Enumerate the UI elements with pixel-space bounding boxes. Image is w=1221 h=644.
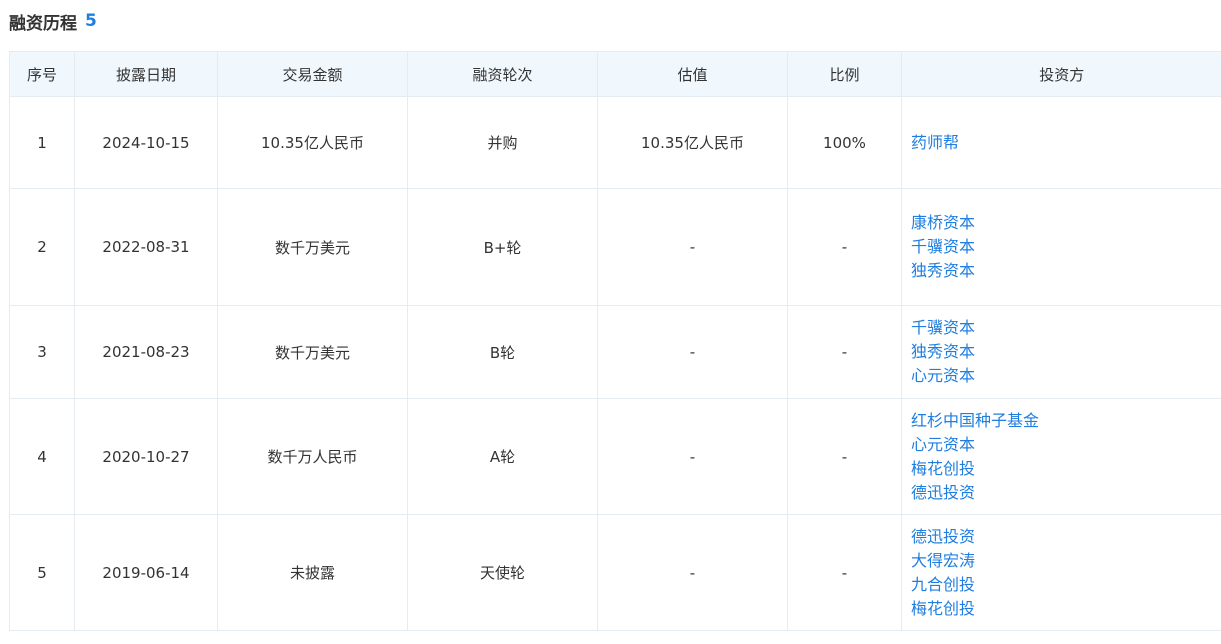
- cell-ratio: -: [787, 514, 902, 631]
- col-header-amount: 交易金额: [217, 51, 408, 97]
- cell-index: 2: [9, 188, 75, 306]
- cell-round: 天使轮: [407, 514, 598, 631]
- cell-index: 1: [9, 96, 75, 189]
- cell-ratio: -: [787, 188, 902, 306]
- investor-link[interactable]: 德迅投资: [911, 481, 1221, 505]
- investor-link[interactable]: 千骥资本: [911, 316, 1221, 340]
- table-row: 1 2024-10-15 10.35亿人民币 并购 10.35亿人民币 100%…: [9, 96, 1221, 189]
- cell-amount: 未披露: [217, 514, 408, 631]
- investor-link[interactable]: 德迅投资: [911, 525, 1221, 549]
- cell-index: 4: [9, 398, 75, 515]
- cell-date: 2024-10-15: [74, 96, 218, 189]
- cell-amount: 数千万美元: [217, 188, 408, 306]
- cell-valuation: -: [597, 188, 788, 306]
- cell-investors: 千骥资本 独秀资本 心元资本: [901, 305, 1221, 399]
- cell-date: 2020-10-27: [74, 398, 218, 515]
- cell-valuation: -: [597, 514, 788, 631]
- investor-link[interactable]: 红杉中国种子基金: [911, 409, 1221, 433]
- col-header-index: 序号: [9, 51, 75, 97]
- col-header-investors: 投资方: [901, 51, 1221, 97]
- table-row: 5 2019-06-14 未披露 天使轮 - - 德迅投资 大得宏涛 九合创投 …: [9, 514, 1221, 631]
- table-row: 4 2020-10-27 数千万人民币 A轮 - - 红杉中国种子基金 心元资本…: [9, 398, 1221, 515]
- investor-link[interactable]: 梅花创投: [911, 457, 1221, 481]
- investor-link[interactable]: 独秀资本: [911, 340, 1221, 364]
- financing-table: 序号 披露日期 交易金额 融资轮次 估值 比例 投资方 1 2024-10-15…: [9, 51, 1221, 631]
- cell-index: 3: [9, 305, 75, 399]
- investor-link[interactable]: 千骥资本: [911, 235, 1221, 259]
- cell-ratio: -: [787, 398, 902, 515]
- cell-valuation: -: [597, 398, 788, 515]
- investor-link[interactable]: 药师帮: [911, 131, 1221, 155]
- cell-date: 2021-08-23: [74, 305, 218, 399]
- cell-round: B轮: [407, 305, 598, 399]
- cell-investors: 药师帮: [901, 96, 1221, 189]
- col-header-valuation: 估值: [597, 51, 788, 97]
- cell-valuation: -: [597, 305, 788, 399]
- cell-index: 5: [9, 514, 75, 631]
- col-header-date: 披露日期: [74, 51, 218, 97]
- cell-investors: 德迅投资 大得宏涛 九合创投 梅花创投: [901, 514, 1221, 631]
- col-header-round: 融资轮次: [407, 51, 598, 97]
- cell-ratio: -: [787, 305, 902, 399]
- investor-link[interactable]: 心元资本: [911, 433, 1221, 457]
- investor-link[interactable]: 康桥资本: [911, 211, 1221, 235]
- cell-valuation: 10.35亿人民币: [597, 96, 788, 189]
- investor-link[interactable]: 九合创投: [911, 573, 1221, 597]
- cell-investors: 康桥资本 千骥资本 独秀资本: [901, 188, 1221, 306]
- col-header-ratio: 比例: [787, 51, 902, 97]
- section-title: 融资历程: [9, 13, 77, 34]
- investor-link[interactable]: 心元资本: [911, 364, 1221, 388]
- table-row: 3 2021-08-23 数千万美元 B轮 - - 千骥资本 独秀资本 心元资本: [9, 305, 1221, 399]
- investor-link[interactable]: 独秀资本: [911, 259, 1221, 283]
- cell-date: 2022-08-31: [74, 188, 218, 306]
- cell-round: B+轮: [407, 188, 598, 306]
- section-header: 融资历程 5: [9, 8, 97, 34]
- cell-round: 并购: [407, 96, 598, 189]
- cell-ratio: 100%: [787, 96, 902, 189]
- cell-investors: 红杉中国种子基金 心元资本 梅花创投 德迅投资: [901, 398, 1221, 515]
- cell-amount: 数千万人民币: [217, 398, 408, 515]
- investor-link[interactable]: 梅花创投: [911, 597, 1221, 621]
- cell-amount: 数千万美元: [217, 305, 408, 399]
- cell-round: A轮: [407, 398, 598, 515]
- table-header-row: 序号 披露日期 交易金额 融资轮次 估值 比例 投资方: [9, 51, 1221, 97]
- cell-date: 2019-06-14: [74, 514, 218, 631]
- table-row: 2 2022-08-31 数千万美元 B+轮 - - 康桥资本 千骥资本 独秀资…: [9, 188, 1221, 306]
- cell-amount: 10.35亿人民币: [217, 96, 408, 189]
- investor-link[interactable]: 大得宏涛: [911, 549, 1221, 573]
- section-count: 5: [85, 11, 97, 31]
